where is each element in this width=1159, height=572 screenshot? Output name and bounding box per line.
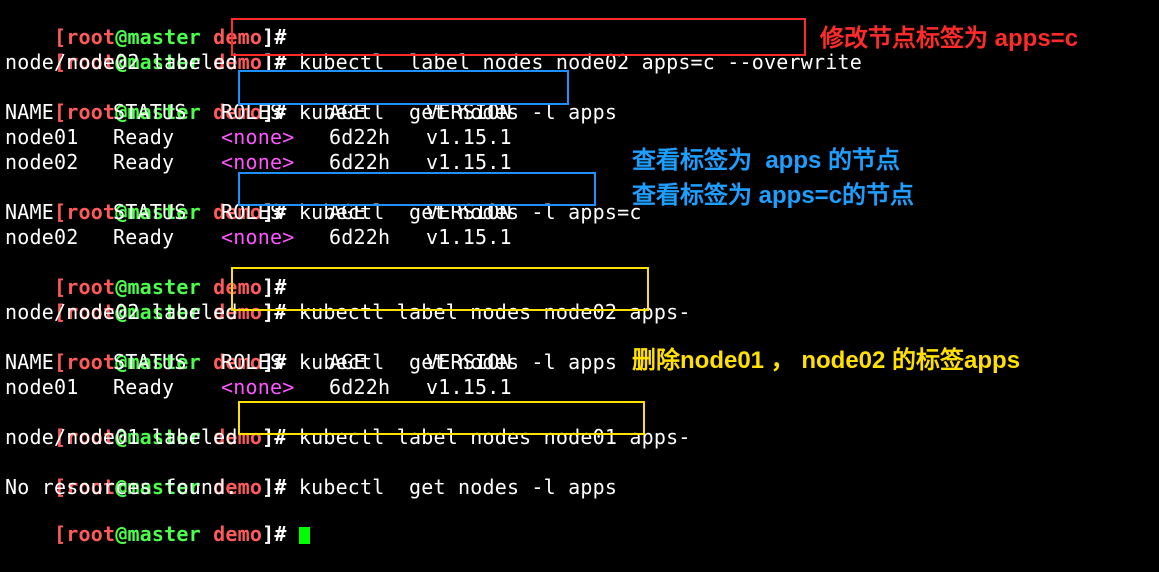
shell-prompt: [root@master demo]# — [53, 522, 287, 546]
terminal-line: [root@master demo]# kubectl get nodes -l… — [5, 325, 617, 374]
command-output: node/node02 labeled — [5, 50, 238, 74]
node-roles: <none> — [221, 375, 295, 399]
node-version: v1.15.1 — [426, 125, 512, 149]
column-header: NAME — [5, 350, 54, 374]
terminal-line: [root@master demo]# kubectl get nodes -l… — [5, 450, 617, 499]
highlight-box-red — [231, 18, 806, 56]
node-status: Ready — [113, 375, 175, 399]
column-header: AGE — [329, 350, 366, 374]
node-status: Ready — [113, 150, 175, 174]
table-header-row: NAME STATUS ROLES AGE VERSION — [5, 350, 605, 375]
column-header: NAME — [5, 100, 54, 124]
node-roles: <none> — [221, 225, 295, 249]
table-row: node02 Ready <none> 6d22h v1.15.1 — [5, 225, 605, 250]
node-status: Ready — [113, 225, 175, 249]
node-version: v1.15.1 — [426, 225, 512, 249]
node-roles: <none> — [221, 125, 295, 149]
column-header: STATUS — [113, 350, 187, 374]
command-output: node/node02 labeled — [5, 300, 238, 324]
node-name: node02 — [5, 225, 79, 249]
command-text: kubectl get nodes -l apps — [298, 475, 618, 499]
highlight-box-blue — [238, 172, 596, 206]
node-name: node01 — [5, 375, 79, 399]
node-age: 6d22h — [329, 125, 391, 149]
highlight-box-yellow — [238, 401, 645, 435]
node-status: Ready — [113, 125, 175, 149]
table-row: node01 Ready <none> 6d22h v1.15.1 — [5, 375, 605, 400]
command-output: node/node01 labeled — [5, 425, 238, 449]
node-version: v1.15.1 — [426, 375, 512, 399]
column-header: NAME — [5, 200, 54, 224]
annotation-delete-labels: 删除node01 ， node02 的标签apps — [632, 347, 1021, 374]
node-age: 6d22h — [329, 375, 391, 399]
terminal-cursor[interactable] — [298, 527, 310, 544]
node-age: 6d22h — [329, 225, 391, 249]
highlight-box-yellow — [231, 267, 649, 311]
column-header: ROLES — [221, 350, 283, 374]
annotation-view-apps: 查看标签为 apps 的节点 — [632, 147, 901, 174]
column-header: STATUS — [113, 100, 187, 124]
annotation-view-apps-c: 查看标签为 apps=c的节点 — [632, 182, 915, 209]
table-row: node01 Ready <none> 6d22h v1.15.1 — [5, 125, 605, 150]
highlight-box-blue — [238, 70, 569, 105]
node-name: node02 — [5, 150, 79, 174]
column-header: STATUS — [113, 200, 187, 224]
annotation-modify-label: 修改节点标签为 apps=c — [820, 25, 1079, 52]
column-header: VERSION — [426, 350, 512, 374]
node-name: node01 — [5, 125, 79, 149]
